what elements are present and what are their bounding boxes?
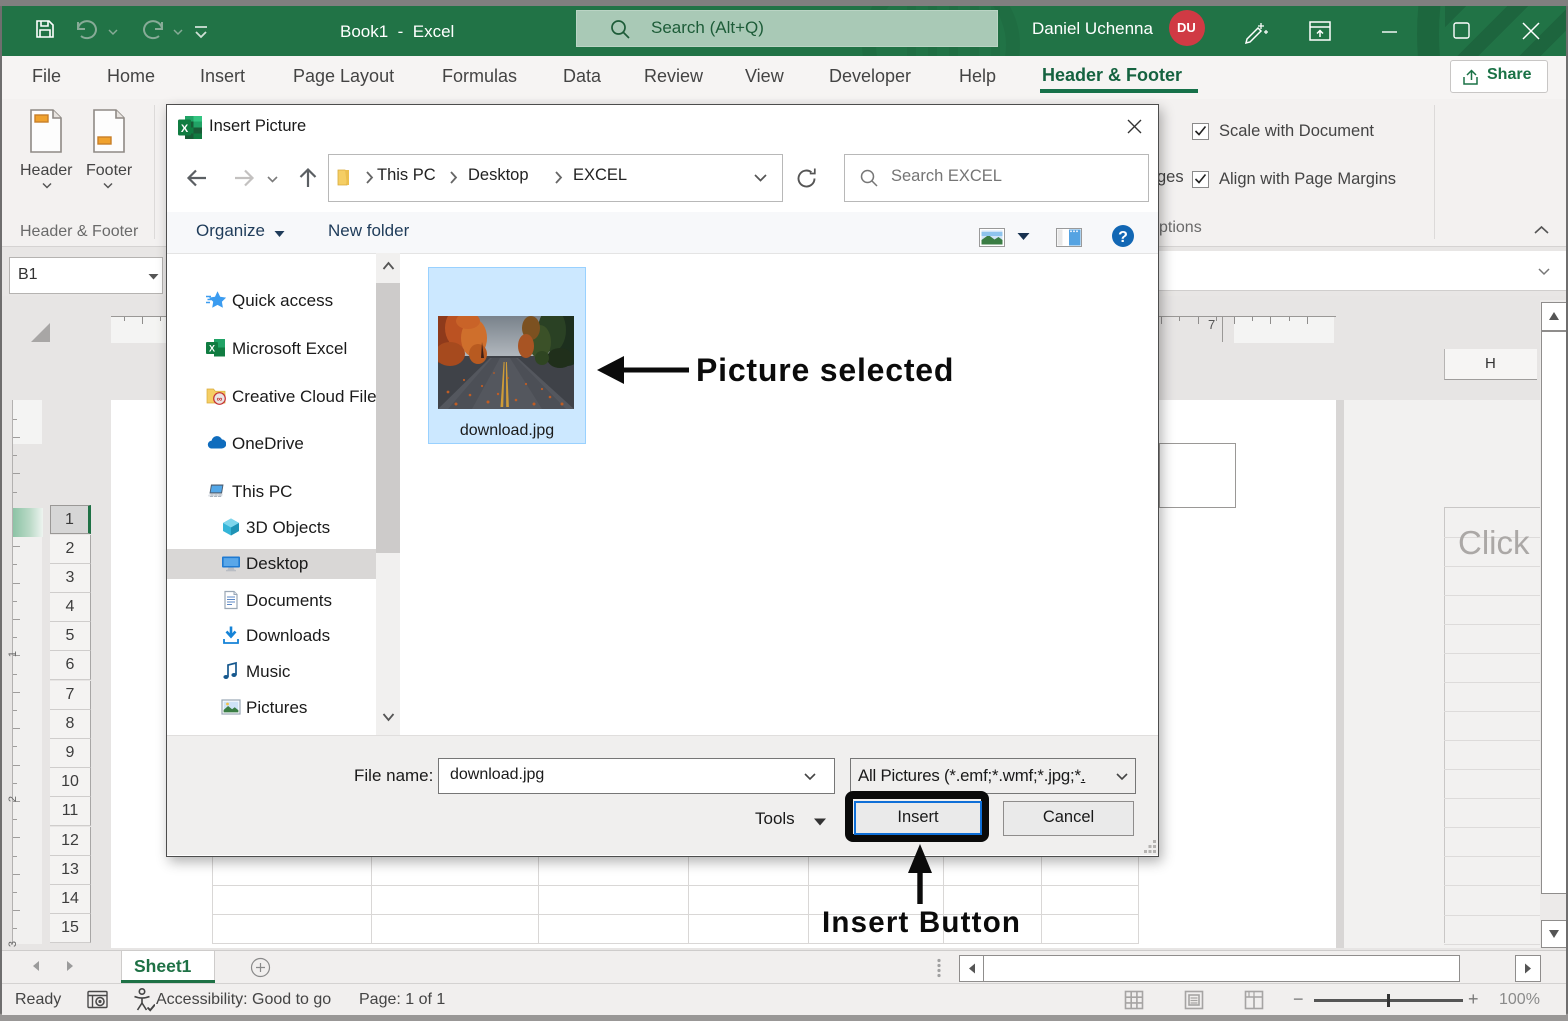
svg-text:?: ? [1118, 229, 1128, 246]
svg-text:X: X [181, 123, 189, 135]
svg-text:X: X [209, 344, 215, 354]
svg-text:∞: ∞ [217, 395, 223, 404]
